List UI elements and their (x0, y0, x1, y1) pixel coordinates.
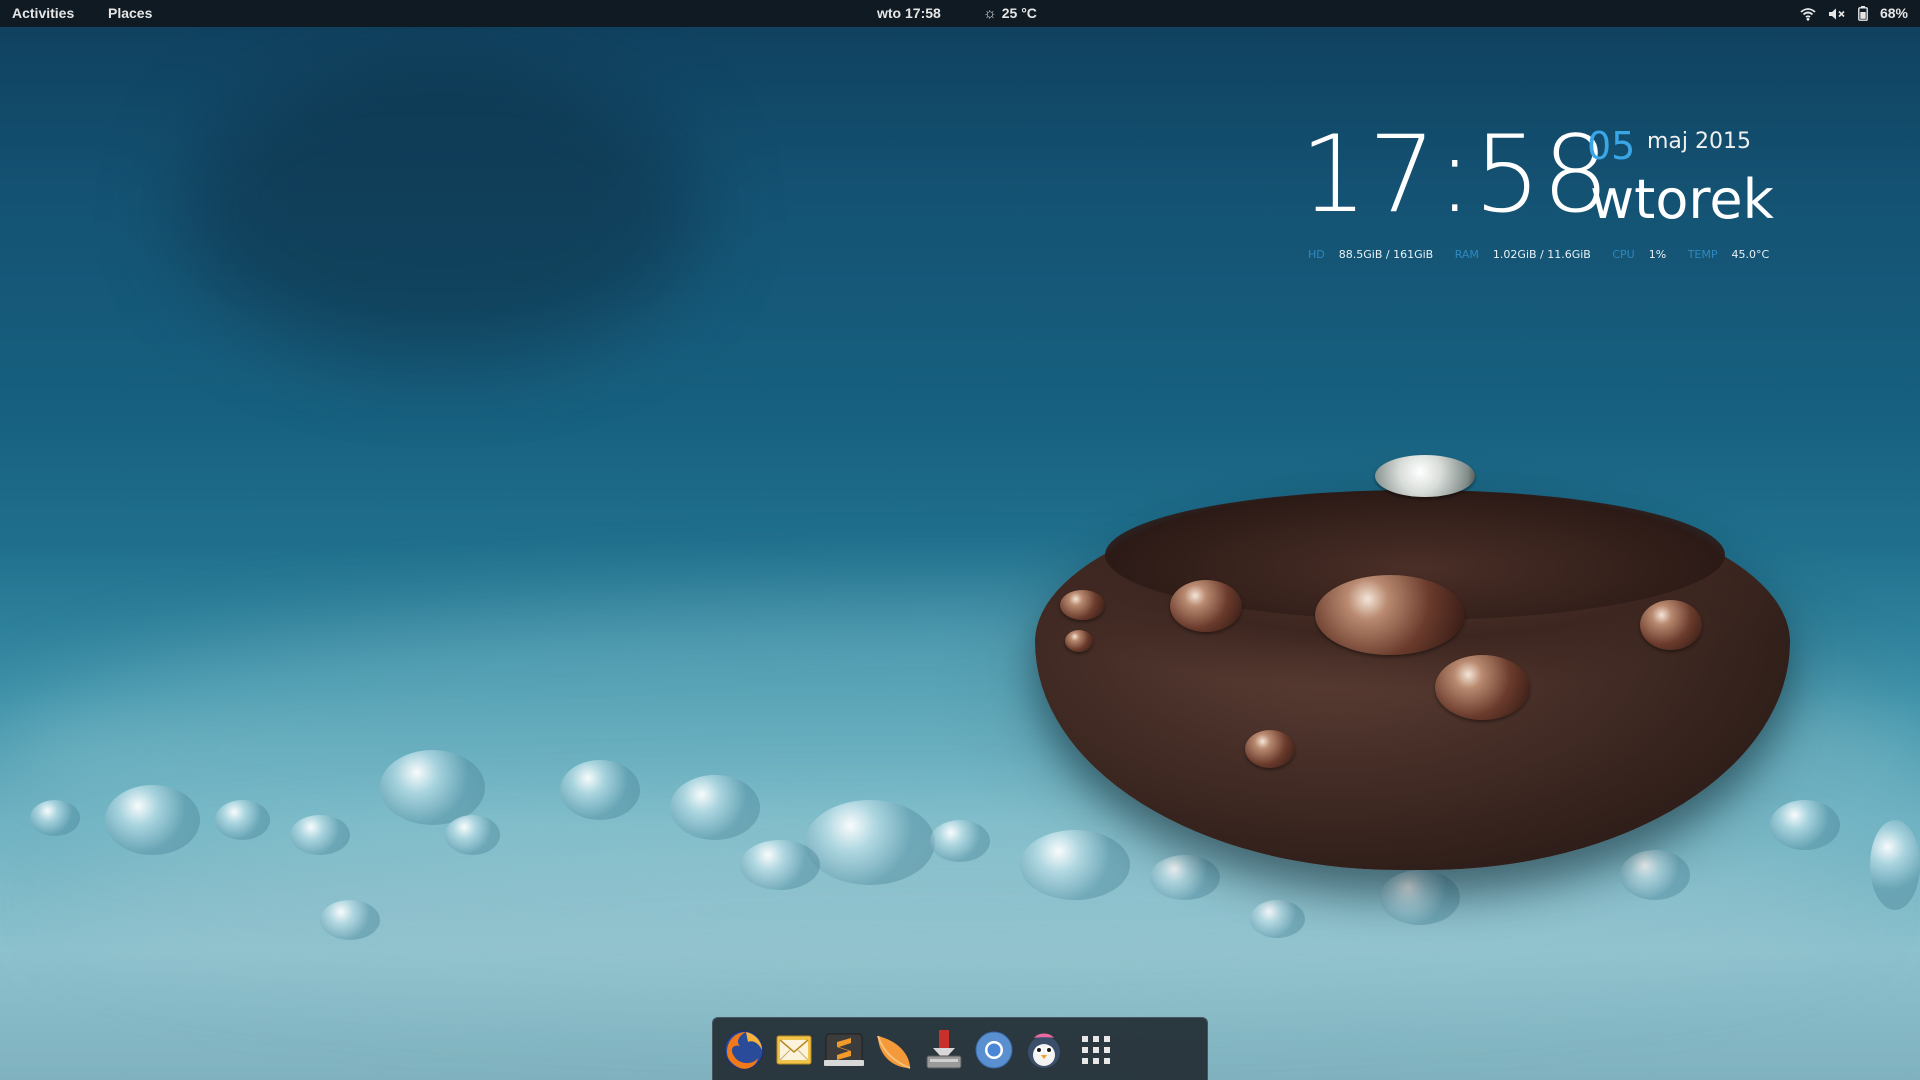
water-bubble (30, 800, 80, 836)
water-drop (1065, 630, 1093, 652)
water-bubble (1870, 820, 1920, 910)
chromium-icon[interactable] (971, 1027, 1017, 1073)
top-panel: Activities Places wto 17:58 ☼ 25 °C 68% (0, 0, 1920, 27)
water-drop (1375, 455, 1475, 497)
weather-indicator[interactable]: ☼ 25 °C (983, 0, 1037, 27)
water-bubble (740, 840, 820, 890)
water-drop (1245, 730, 1295, 768)
temp-value: 45.0°C (1731, 248, 1770, 261)
widget-day-number: 05 (1587, 124, 1636, 168)
water-bubble (1620, 850, 1690, 900)
weather-temperature: 25 °C (1001, 5, 1037, 21)
desktop-wallpaper: Activities Places wto 17:58 ☼ 25 °C 68% … (0, 0, 1920, 1080)
water-bubble (320, 900, 380, 940)
hd-label: HD (1308, 248, 1325, 261)
water-bubble (215, 800, 270, 840)
water-bubble (1020, 830, 1130, 900)
water-drop (1315, 575, 1465, 655)
water-bubble (380, 750, 485, 825)
water-drop (1060, 590, 1105, 620)
water-bubble (1770, 800, 1840, 850)
water-bubble (1150, 855, 1220, 900)
volume-muted-icon[interactable] (1828, 0, 1846, 27)
desktop-clock-widget: 17:58 05 maj 2015 wtorek HD 88.5GiB / 161… (1300, 113, 1774, 270)
water-bubble (560, 760, 640, 820)
orange-slice-icon[interactable] (871, 1027, 917, 1073)
water-bubble (930, 820, 990, 862)
bird-chat-icon[interactable] (1021, 1027, 1067, 1073)
widget-weekday: wtorek (1590, 168, 1774, 231)
wallpaper-shadow (180, 60, 700, 360)
ram-value: 1.02GiB / 11.6GiB (1492, 248, 1591, 261)
mail-icon[interactable] (771, 1027, 817, 1073)
widget-month-year: maj 2015 (1647, 129, 1752, 154)
activities-button[interactable]: Activities (12, 0, 74, 27)
firefox-icon[interactable] (721, 1027, 767, 1073)
water-bubble (445, 815, 500, 855)
water-bubble (1380, 870, 1460, 925)
download-manager-icon[interactable] (921, 1027, 967, 1073)
cpu-label: CPU (1612, 248, 1635, 261)
water-drop (1640, 600, 1702, 650)
water-bubble (1250, 900, 1305, 938)
cpu-value: 1% (1648, 248, 1667, 261)
panel-clock[interactable]: wto 17:58 (877, 0, 941, 27)
system-status-area[interactable]: 68% (1800, 0, 1908, 27)
battery-icon[interactable] (1858, 0, 1868, 27)
app-grid-icon[interactable] (1073, 1027, 1119, 1073)
battery-percentage: 68% (1879, 5, 1908, 21)
ram-label: RAM (1454, 248, 1479, 261)
water-bubble (670, 775, 760, 840)
hd-value: 88.5GiB / 161GiB (1338, 248, 1434, 261)
wifi-icon[interactable] (1800, 0, 1816, 27)
water-bubble (290, 815, 350, 855)
places-menu[interactable]: Places (108, 0, 152, 27)
water-bubble (805, 800, 935, 885)
system-stats: HD 88.5GiB / 161GiB RAM 1.02GiB / 11.6GiB … (1308, 248, 1787, 261)
water-bubble (105, 785, 200, 855)
water-drop (1170, 580, 1242, 632)
dock (712, 1017, 1208, 1080)
water-drop (1435, 655, 1530, 720)
sun-icon: ☼ (983, 5, 997, 22)
temp-label: TEMP (1687, 248, 1718, 261)
widget-time: 17:58 (1300, 113, 1611, 236)
sublime-text-icon[interactable] (821, 1027, 867, 1073)
